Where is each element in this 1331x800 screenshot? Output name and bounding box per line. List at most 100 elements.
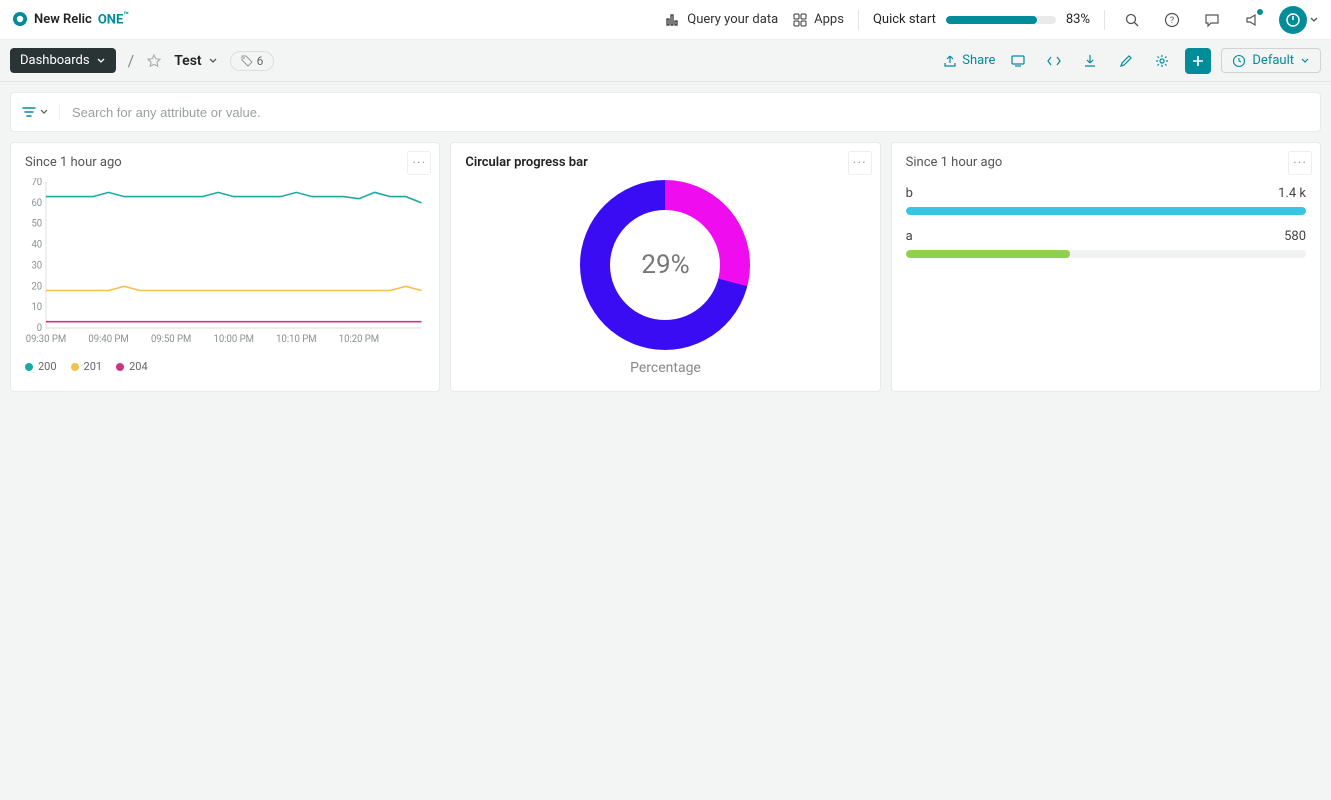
divider — [858, 10, 859, 30]
time-range-picker[interactable]: Default — [1221, 48, 1321, 73]
sub-bar: Dashboards / Test 6 Share Default — [0, 40, 1331, 82]
filter-bar — [10, 92, 1321, 132]
help-icon[interactable]: ? — [1159, 7, 1185, 33]
chevron-down-icon — [96, 56, 106, 66]
bar-track — [906, 207, 1306, 215]
legend-dot-icon — [71, 363, 79, 371]
donut-chart: 29% — [580, 180, 750, 350]
legend-item[interactable]: 201 — [71, 360, 103, 373]
favorite-star-button[interactable] — [146, 53, 162, 69]
edit-button[interactable] — [1113, 48, 1139, 74]
svg-text:50: 50 — [31, 219, 42, 230]
code-button[interactable] — [1041, 48, 1067, 74]
bar-chart-card: ··· Since 1 hour ago b 1.4 k a 580 — [891, 142, 1321, 392]
feedback-icon[interactable] — [1199, 7, 1225, 33]
svg-text:70: 70 — [31, 178, 42, 188]
svg-text:40: 40 — [31, 239, 42, 250]
search-icon[interactable] — [1119, 7, 1145, 33]
quickstart-progress[interactable]: Quick start 83% — [873, 12, 1090, 27]
legend-item[interactable]: 204 — [116, 360, 148, 373]
brand-tm: ™ — [123, 11, 129, 21]
toolbar-actions: Share Default — [943, 48, 1321, 74]
svg-text:20: 20 — [31, 281, 42, 292]
divider — [1104, 10, 1105, 30]
svg-text:09:40 PM: 09:40 PM — [88, 334, 128, 345]
card-menu-button[interactable]: ··· — [1288, 151, 1312, 175]
card-menu-button[interactable]: ··· — [848, 151, 872, 175]
svg-text:30: 30 — [31, 260, 42, 271]
share-label: Share — [962, 53, 995, 68]
brand-product: ONE — [98, 13, 123, 28]
line-chart-legend: 200 201 204 — [25, 360, 425, 373]
query-your-data-link[interactable]: Query your data — [665, 12, 778, 28]
card-menu-button[interactable]: ··· — [407, 151, 431, 175]
line-chart-card: ··· Since 1 hour ago 0 10 20 30 40 50 60 70 09:3… — [10, 142, 440, 392]
svg-text:10:00 PM: 10:00 PM — [214, 334, 254, 345]
top-bar: New Relic ONE™ Query your data Apps Quic… — [0, 0, 1331, 40]
bar-track — [906, 250, 1306, 258]
svg-text:10:20 PM: 10:20 PM — [339, 334, 379, 345]
donut-sublabel: Percentage — [630, 360, 701, 376]
brand-logo[interactable]: New Relic ONE™ — [12, 11, 129, 27]
svg-text:09:50 PM: 09:50 PM — [151, 334, 191, 345]
clock-icon — [1232, 54, 1246, 68]
legend-label: 204 — [129, 360, 148, 373]
notification-dot — [1257, 9, 1263, 15]
bar-chart-icon — [665, 12, 681, 28]
svg-text:10: 10 — [31, 302, 42, 313]
apps-link[interactable]: Apps — [792, 12, 844, 28]
tv-mode-button[interactable] — [1005, 48, 1031, 74]
bar-label: b — [906, 186, 913, 201]
range-label: Default — [1252, 53, 1294, 68]
brand-name: New Relic — [34, 12, 92, 27]
add-chart-button[interactable] — [1185, 48, 1211, 74]
bar-row: b 1.4 k — [906, 186, 1306, 215]
line-chart-title: Since 1 hour ago — [25, 155, 425, 170]
bar-label: a — [906, 229, 913, 244]
bar-value: 580 — [1284, 229, 1306, 244]
tag-count: 6 — [257, 54, 264, 68]
donut-card: ··· Circular progress bar 29% Percentage — [450, 142, 880, 392]
search-input[interactable] — [72, 105, 1310, 120]
bar-list: b 1.4 k a 580 — [906, 186, 1306, 258]
filter-button[interactable] — [21, 104, 60, 120]
apps-icon — [792, 12, 808, 28]
apps-label: Apps — [814, 12, 844, 27]
settings-button[interactable] — [1149, 48, 1175, 74]
svg-text:0: 0 — [37, 323, 42, 334]
chevron-down-icon — [1300, 56, 1310, 66]
dashboards-dropdown[interactable]: Dashboards — [10, 48, 116, 73]
line-chart: 0 10 20 30 40 50 60 70 09:30 PM 09:40 PM 09:50 PM 1… — [25, 178, 425, 352]
tab-label: Test — [174, 53, 201, 69]
chevron-down-icon — [39, 107, 49, 117]
legend-label: 201 — [84, 360, 103, 373]
download-button[interactable] — [1077, 48, 1103, 74]
svg-text:09:30 PM: 09:30 PM — [26, 334, 66, 345]
filter-icon — [21, 104, 37, 120]
share-icon — [943, 54, 957, 68]
dashboard-tab-test[interactable]: Test — [174, 53, 217, 69]
bar-chart-title: Since 1 hour ago — [906, 155, 1306, 170]
tags-pill[interactable]: 6 — [230, 51, 275, 71]
chevron-down-icon — [1309, 15, 1319, 25]
bar-row: a 580 — [906, 229, 1306, 258]
bar-value: 1.4 k — [1278, 186, 1306, 201]
query-label: Query your data — [687, 12, 778, 27]
cards-grid: ··· Since 1 hour ago 0 10 20 30 40 50 60 70 09:3… — [0, 142, 1331, 402]
legend-label: 200 — [38, 360, 57, 373]
brand-icon — [12, 11, 28, 27]
legend-dot-icon — [25, 363, 33, 371]
user-menu[interactable] — [1279, 6, 1319, 34]
share-button[interactable]: Share — [943, 53, 995, 68]
svg-text:60: 60 — [31, 198, 42, 209]
quickstart-label: Quick start — [873, 12, 936, 27]
announcements-icon[interactable] — [1239, 7, 1265, 33]
dashboards-label: Dashboards — [20, 53, 90, 68]
svg-text:?: ? — [1170, 16, 1174, 26]
donut-value: 29% — [641, 250, 689, 280]
tag-icon — [241, 55, 253, 67]
legend-item[interactable]: 200 — [25, 360, 57, 373]
donut-title: Circular progress bar — [465, 155, 865, 170]
quickstart-pct: 83% — [1066, 12, 1090, 27]
legend-dot-icon — [116, 363, 124, 371]
